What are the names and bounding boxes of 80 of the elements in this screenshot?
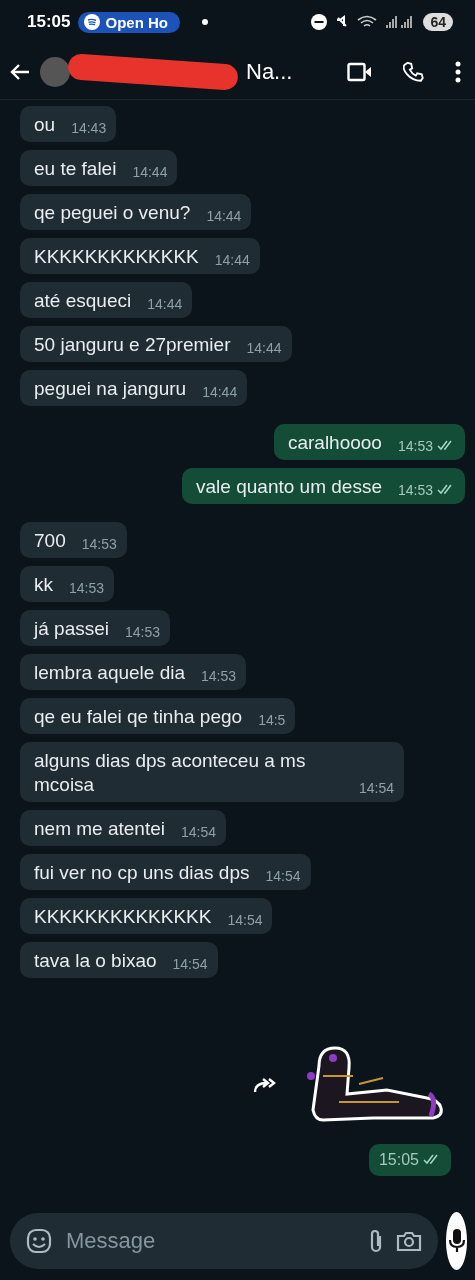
message-time: 14:53 — [125, 624, 161, 641]
message-time: 14:53 — [81, 536, 117, 553]
sticker-icon[interactable] — [26, 1228, 52, 1254]
message-text: qe peguei o venu? — [34, 201, 191, 225]
message-time: 14:54 — [227, 912, 263, 929]
message-time: 14:54 — [172, 956, 208, 973]
incoming-message[interactable]: 50 janguru e 27premier 14:44 — [20, 326, 292, 362]
message-time: 14:53 — [397, 482, 455, 499]
message-time: 14:54 — [265, 868, 301, 885]
double-check-icon — [437, 440, 455, 451]
message-time: 14:44 — [214, 252, 250, 269]
message-text: fui ver no cp uns dias dps — [34, 861, 250, 885]
message-text: caralhoooo — [287, 431, 382, 455]
message-field[interactable]: Message — [10, 1213, 438, 1269]
incoming-message[interactable]: peguei na janguru 14:44 — [20, 370, 248, 406]
do-not-disturb-icon — [311, 14, 328, 30]
message-time: 14:53 — [69, 580, 105, 597]
message-time: 14:53 — [201, 668, 237, 685]
incoming-message[interactable]: nem me atentei 14:54 — [20, 810, 226, 846]
message-text: eu te falei — [34, 157, 117, 181]
incoming-message[interactable]: eu te falei 14:44 — [20, 150, 178, 186]
incoming-message[interactable]: kk 14:53 — [20, 566, 115, 602]
message-time: 14:44 — [147, 296, 183, 313]
attach-icon[interactable] — [368, 1228, 384, 1254]
incoming-message[interactable]: qe eu falei qe tinha pego 14:5 — [20, 698, 296, 734]
message-text: alguns dias dps aconteceu a ms mcoisa — [34, 749, 307, 797]
music-app-icon — [84, 14, 101, 30]
message-text: peguei na janguru — [34, 377, 187, 401]
sticker-message-time: 15:05 — [368, 1144, 451, 1176]
message-text: 50 janguru e 27premier — [34, 333, 231, 357]
avatar[interactable] — [40, 56, 70, 87]
message-text: 700 — [34, 529, 66, 553]
contact-name[interactable]: Na... — [246, 58, 339, 85]
message-time: 14:44 — [202, 384, 238, 401]
more-options-icon[interactable] — [455, 60, 461, 83]
outgoing-message[interactable]: vale quanto um desse 14:53 — [182, 468, 465, 504]
message-text: KKKKKKKKKKKKK — [34, 245, 199, 269]
media-pill[interactable]: Open Ho — [78, 11, 180, 33]
camera-icon[interactable] — [396, 1230, 422, 1252]
notification-dot — [202, 19, 208, 25]
message-text: KKKKKKKKKKKKKK — [34, 905, 212, 929]
incoming-message[interactable]: já passei 14:53 — [20, 610, 171, 646]
incoming-message[interactable]: alguns dias dps aconteceu a ms mcoisa 14:54 — [20, 742, 404, 802]
double-check-icon — [423, 1154, 441, 1165]
phone-call-icon[interactable] — [403, 60, 425, 83]
message-time: 14:44 — [246, 340, 282, 357]
microphone-button[interactable] — [446, 1212, 467, 1270]
message-time: 14:44 — [132, 164, 168, 181]
message-time: 14:54 — [358, 780, 394, 797]
incoming-message[interactable]: KKKKKKKKKKKKKK 14:54 — [20, 898, 273, 934]
microphone-icon — [447, 1228, 466, 1254]
wifi-icon — [357, 15, 378, 29]
message-text: ou — [34, 113, 56, 137]
message-time: 14:43 — [71, 120, 107, 137]
battery-level: 64 — [423, 13, 453, 31]
message-text: nem me atentei — [34, 817, 165, 841]
message-text: vale quanto um desse — [196, 475, 382, 499]
outgoing-message[interactable]: caralhoooo 14:53 — [273, 424, 465, 460]
incoming-message[interactable]: lembra aquele dia 14:53 — [20, 654, 247, 690]
incoming-message[interactable]: ou 14:43 — [20, 106, 117, 142]
message-time: 14:44 — [206, 208, 242, 225]
message-text: já passei — [34, 617, 109, 641]
message-text: tava la o bixao — [34, 949, 157, 973]
message-time: 14:54 — [180, 824, 216, 841]
double-check-icon — [437, 484, 455, 495]
message-input[interactable]: Message — [64, 1227, 356, 1255]
incoming-message[interactable]: 700 14:53 — [20, 522, 127, 558]
message-text: até esqueci — [34, 289, 132, 313]
incoming-message[interactable]: até esqueci 14:44 — [20, 282, 193, 318]
incoming-message[interactable]: fui ver no cp uns dias dps 14:54 — [20, 854, 311, 890]
incoming-message[interactable]: KKKKKKKKKKKKK 14:44 — [20, 238, 260, 274]
status-time: 15:05 — [27, 12, 71, 32]
incoming-message[interactable]: qe peguei o venu? 14:44 — [20, 194, 252, 230]
message-time: 14:5 — [258, 712, 286, 729]
message-time: 14:53 — [397, 438, 455, 455]
video-call-icon[interactable] — [347, 61, 373, 82]
message-text: qe eu falei qe tinha pego — [34, 705, 243, 729]
incoming-message[interactable]: tava la o bixao 14:54 — [20, 942, 218, 978]
message-text: kk — [34, 573, 53, 597]
message-text: lembra aquele dia — [34, 661, 186, 685]
